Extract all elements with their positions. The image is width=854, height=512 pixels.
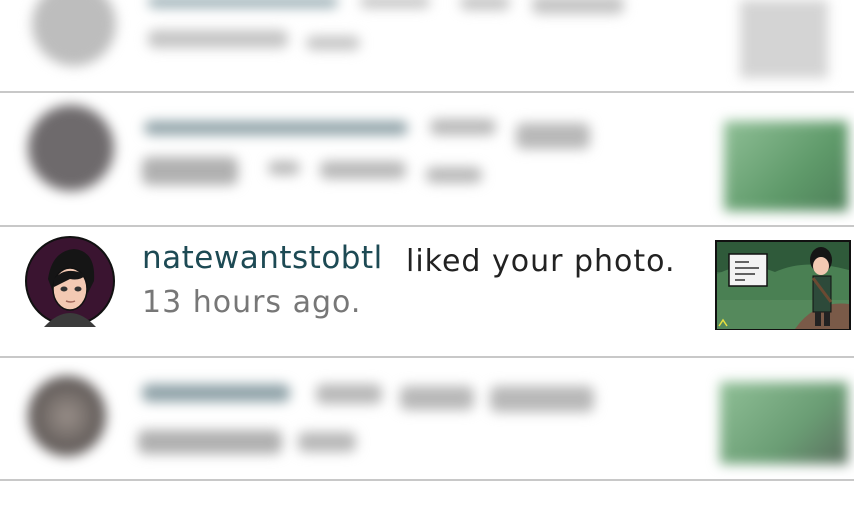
blurred-thumbnail [720, 382, 848, 464]
blurred-text [360, 0, 430, 8]
blurred-text [426, 167, 482, 183]
notification-timestamp: 13 hours ago. [142, 285, 362, 320]
blurred-text [138, 430, 282, 454]
blurred-text [430, 119, 496, 135]
blurred-text [320, 161, 406, 179]
blurred-text [142, 384, 290, 402]
blurred-text [400, 386, 474, 410]
blurred-text [532, 0, 624, 14]
blurred-text [298, 432, 356, 452]
blurred-text [460, 0, 510, 10]
blurred-text [142, 157, 238, 185]
username-link[interactable]: natewantstobtl [142, 240, 383, 276]
blurred-text [490, 386, 594, 412]
notification-action-text: liked your photo. [406, 244, 676, 279]
avatar [28, 376, 106, 456]
blurred-thumbnail [740, 0, 828, 78]
notification-row-blurred-2[interactable] [0, 93, 854, 226]
blurred-text [148, 30, 288, 48]
blurred-text [516, 123, 590, 149]
avatar [32, 0, 116, 66]
blurred-text [144, 121, 408, 135]
avatar [28, 105, 114, 191]
blurred-text [306, 36, 360, 50]
blurred-text [268, 161, 300, 175]
user-avatar[interactable] [24, 235, 116, 327]
blurred-text [148, 0, 338, 8]
blurred-text [316, 384, 382, 404]
row-divider [0, 479, 854, 481]
photo-thumbnail[interactable] [715, 240, 851, 330]
notification-row-blurred-1[interactable] [0, 0, 854, 92]
notification-row-blurred-3[interactable] [0, 358, 854, 480]
blurred-thumbnail [724, 121, 848, 211]
